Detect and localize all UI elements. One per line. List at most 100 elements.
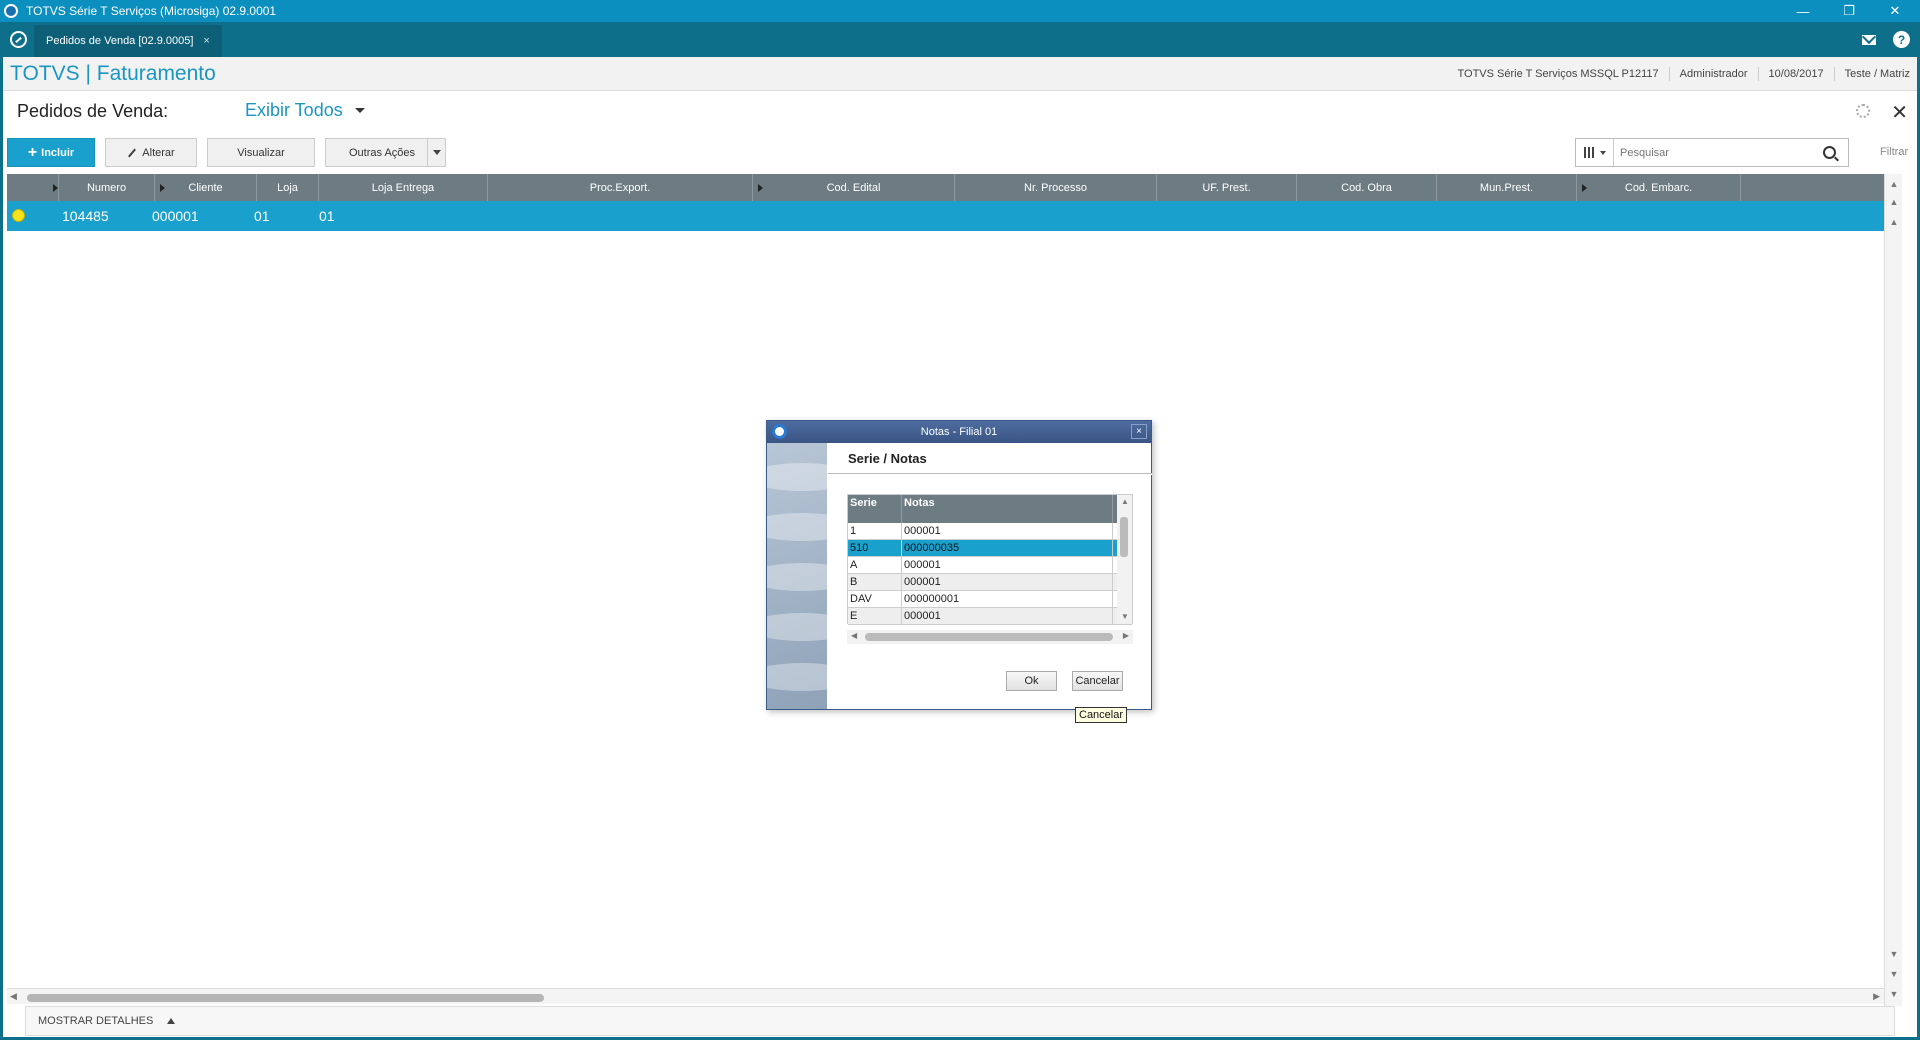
notas-nota: 000000035 — [902, 540, 1113, 556]
chevron-up-icon[interactable] — [167, 1018, 175, 1024]
brand-title: TOTVS | Faturamento — [10, 62, 216, 85]
alter-button[interactable]: Alterar — [105, 138, 197, 167]
tab-close-icon[interactable]: × — [203, 35, 209, 47]
restore-button[interactable]: ❐ — [1826, 0, 1872, 22]
ok-button[interactable]: Ok — [1006, 671, 1057, 691]
list-item[interactable]: B 000001 — [848, 574, 1132, 591]
scroll-page-down-icon[interactable]: ▼ — [1888, 968, 1900, 980]
grid-vertical-scrollbar[interactable]: ▲ ▲ ▲ ▼ ▼ ▼ — [1884, 174, 1902, 1006]
app-header: TOTVS | Faturamento TOTVS Série T Serviç… — [0, 57, 1920, 91]
scroll-page-up-icon[interactable]: ▲ — [1888, 196, 1900, 208]
dialog-title: Notas - Filial 01 — [920, 426, 998, 438]
notas-grid: Serie Notas 1 000001 510 000000035 A 000… — [847, 494, 1133, 625]
minimize-button[interactable]: — — [1780, 0, 1826, 22]
notas-header-serie[interactable]: Serie — [848, 495, 902, 523]
scroll-down-icon[interactable]: ▼ — [1888, 948, 1900, 960]
dialog-heading: Serie / Notas — [848, 451, 927, 466]
notas-vertical-scrollbar[interactable]: ▲ ▼ — [1117, 495, 1132, 623]
grid-horizontal-scrollbar[interactable]: ◀ ▶ — [7, 988, 1884, 1004]
table-row[interactable]: 104485 000001 01 01 — [7, 201, 1884, 231]
list-item[interactable]: 1 000001 — [848, 523, 1132, 540]
tab-bar: Pedidos de Venda [02.9.0005] × ? — [0, 22, 1920, 57]
chevron-down-icon[interactable] — [427, 139, 445, 166]
notas-dialog: Notas - Filial 01 × Serie / Notas Serie … — [766, 420, 1152, 710]
notas-serie: 1 — [848, 523, 902, 539]
dialog-close-icon[interactable]: × — [1131, 424, 1147, 439]
grid-header-uf-prest[interactable]: UF. Prest. — [1157, 174, 1297, 201]
scroll-up-icon[interactable]: ▲ — [1121, 497, 1129, 506]
grid-header-nr-processo[interactable]: Nr. Processo — [955, 174, 1157, 201]
page-title: Pedidos de Venda: — [17, 101, 169, 121]
dialog-titlebar: Notas - Filial 01 × — [767, 421, 1151, 443]
user-label[interactable]: Administrador — [1668, 67, 1758, 81]
tab-pedidos-de-venda[interactable]: Pedidos de Venda [02.9.0005] × — [34, 25, 222, 57]
notas-serie: DAV — [848, 591, 902, 607]
scroll-left-icon[interactable]: ◀ — [10, 991, 17, 1002]
scroll-down-icon[interactable]: ▼ — [1121, 612, 1129, 621]
view-button-label: Visualizar — [237, 146, 285, 159]
search-input[interactable] — [1614, 146, 1823, 159]
filter-link[interactable]: Filtrar — [1880, 146, 1908, 158]
date-label[interactable]: 10/08/2017 — [1757, 67, 1834, 81]
grid-header-cod-edital[interactable]: Cod. Edital — [753, 174, 955, 201]
list-item[interactable]: A 000001 — [848, 557, 1132, 574]
list-item[interactable]: 510 000000035 — [848, 540, 1132, 557]
grid-header-cod-obra[interactable]: Cod. Obra — [1297, 174, 1437, 201]
grid-header-mun-prest[interactable]: Mun.Prest. — [1437, 174, 1577, 201]
cell-loja: 01 — [254, 208, 270, 224]
scroll-right-icon[interactable]: ▶ — [1873, 991, 1880, 1002]
notas-nota: 000001 — [902, 523, 1113, 539]
notas-nota: 000000001 — [902, 591, 1113, 607]
scroll-up-icon[interactable]: ▲ — [1888, 216, 1900, 228]
cancel-button[interactable]: Cancelar — [1072, 671, 1123, 691]
window-title: TOTVS Série T Serviços (Microsiga) 02.9.… — [26, 4, 277, 18]
show-details-label[interactable]: MOSTRAR DETALHES — [38, 1015, 153, 1027]
notas-serie: 510 — [848, 540, 902, 556]
dialog-decoration — [767, 443, 827, 709]
orders-grid: Numero Cliente Loja Loja Entrega Proc.Ex… — [7, 174, 1884, 231]
search-icon[interactable] — [1823, 146, 1836, 159]
close-window-button[interactable]: ✕ — [1872, 0, 1918, 22]
scroll-thumb[interactable] — [1120, 517, 1128, 557]
search-box — [1575, 138, 1849, 167]
cell-loja-entrega: 01 — [319, 208, 335, 224]
notas-header-notas[interactable]: Notas — [902, 495, 1113, 523]
notas-serie: A — [848, 557, 902, 573]
notas-nota: 000001 — [902, 574, 1113, 590]
other-actions-button[interactable]: Outras Ações — [325, 138, 446, 167]
notas-nota: 000001 — [902, 557, 1113, 573]
view-selector[interactable]: Exibir Todos — [245, 100, 365, 121]
notas-nota: 000001 — [902, 608, 1113, 624]
grid-header-cod-embarc[interactable]: Cod. Embarc. — [1577, 174, 1741, 201]
grid-header-cliente[interactable]: Cliente — [155, 174, 257, 201]
scroll-right-icon[interactable]: ▶ — [1123, 631, 1129, 640]
status-legend-icon[interactable] — [12, 209, 25, 222]
dialog-divider — [828, 473, 1152, 475]
include-button[interactable]: + Incluir — [7, 138, 95, 167]
chevron-down-icon — [354, 108, 365, 113]
scroll-thumb[interactable] — [865, 633, 1113, 641]
gear-icon[interactable] — [1856, 104, 1870, 118]
grid-header-proc-export[interactable]: Proc.Export. — [488, 174, 753, 201]
scroll-top-icon[interactable]: ▲ — [1888, 178, 1900, 190]
plus-icon: + — [27, 143, 38, 161]
scroll-left-icon[interactable]: ◀ — [851, 631, 857, 640]
mail-icon[interactable] — [1862, 35, 1876, 45]
grid-header-loja-entrega[interactable]: Loja Entrega — [319, 174, 488, 201]
grid-header-loja[interactable]: Loja — [257, 174, 319, 201]
columns-icon[interactable] — [1576, 139, 1614, 166]
close-view-button[interactable]: ✕ — [1891, 100, 1908, 125]
scroll-thumb[interactable] — [27, 994, 544, 1002]
notas-horizontal-scrollbar[interactable]: ◀ ▶ — [847, 630, 1133, 644]
cell-numero: 104485 — [62, 208, 109, 224]
window-titlebar: TOTVS Série T Serviços (Microsiga) 02.9.… — [0, 0, 1920, 22]
view-button[interactable]: Visualizar — [207, 138, 315, 167]
branch-label[interactable]: Teste / Matriz — [1833, 67, 1920, 81]
details-bar[interactable]: MOSTRAR DETALHES — [25, 1006, 1895, 1036]
home-icon[interactable] — [10, 31, 27, 48]
help-icon[interactable]: ? — [1893, 31, 1910, 48]
grid-header-numero[interactable]: Numero — [59, 174, 155, 201]
list-item[interactable]: E 000001 — [848, 608, 1132, 625]
list-item[interactable]: DAV 000000001 — [848, 591, 1132, 608]
scroll-bottom-icon[interactable]: ▼ — [1888, 988, 1900, 1000]
